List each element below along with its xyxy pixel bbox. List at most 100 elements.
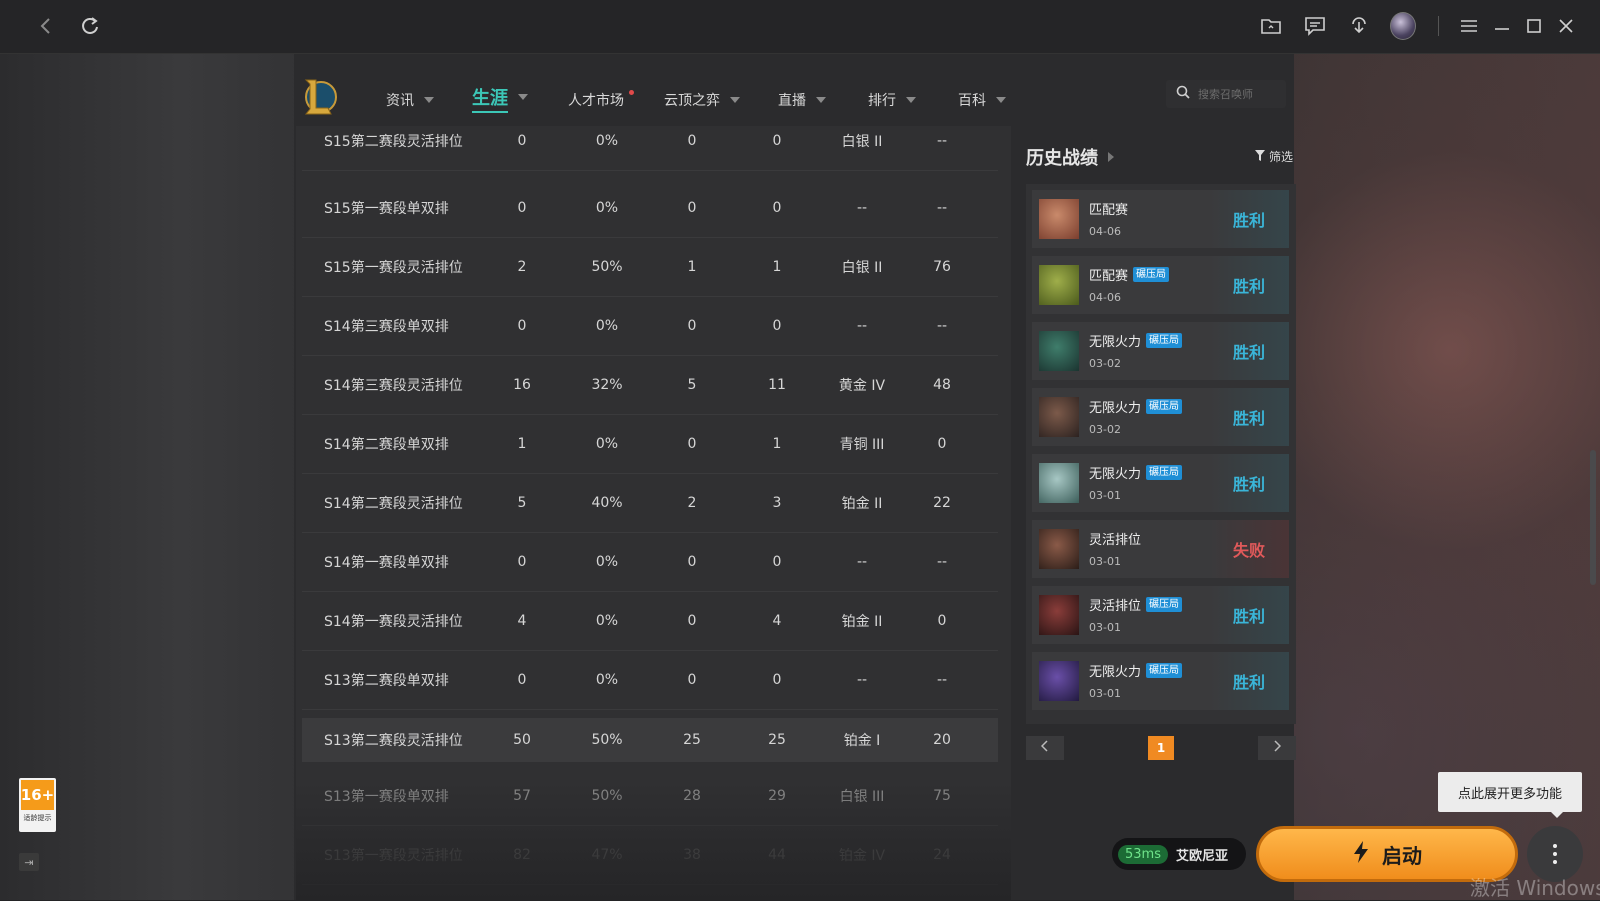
- nav-tft[interactable]: 云顶之弈: [664, 88, 740, 112]
- season-name: S14第三赛段灵活排位: [324, 377, 463, 394]
- table-row: S15第一赛段单双排 0 0% 0 0 -- --: [302, 178, 998, 238]
- match-result: 胜利: [1209, 454, 1289, 512]
- avatar-image: [1390, 12, 1416, 40]
- nav-wiki[interactable]: 百科: [958, 88, 1006, 112]
- summoner-search[interactable]: [1166, 80, 1290, 108]
- match-item[interactable]: 灵活排位 03-01 失败: [1032, 520, 1289, 578]
- match-date: 04-06: [1089, 291, 1121, 304]
- refresh-icon[interactable]: [77, 13, 103, 39]
- game-mode: 无限火力: [1089, 665, 1142, 680]
- nav-ranking-label: 排行: [868, 93, 896, 109]
- nav-news[interactable]: 资讯: [386, 88, 434, 112]
- season-name: S15第一赛段单双排: [324, 200, 449, 217]
- match-item[interactable]: 无限火力 碾压局 03-02 胜利: [1032, 388, 1289, 446]
- match-date: 04-06: [1089, 225, 1121, 238]
- cell-losses: 1: [772, 435, 782, 452]
- cell-tier: 铂金 I: [843, 733, 881, 749]
- cell-losses: 11: [768, 376, 786, 393]
- match-item[interactable]: 匹配赛 04-06 胜利: [1032, 190, 1289, 248]
- cell-wins: 25: [683, 732, 701, 748]
- lol-logo[interactable]: [300, 76, 338, 118]
- cell-tier: --: [856, 553, 868, 570]
- ping-badge: 53ms: [1118, 844, 1168, 864]
- cell-games: 0: [517, 317, 527, 334]
- back-icon[interactable]: [33, 13, 59, 39]
- cell-tier: 白银 II: [841, 133, 883, 150]
- cell-points: 0: [937, 435, 947, 452]
- match-item[interactable]: 无限火力 碾压局 03-01 胜利: [1032, 652, 1289, 710]
- next-page-button[interactable]: [1258, 736, 1296, 760]
- match-item[interactable]: 无限火力 碾压局 03-02 胜利: [1032, 322, 1289, 380]
- match-item[interactable]: 灵活排位 碾压局 03-01 胜利: [1032, 586, 1289, 644]
- age-rating-badge[interactable]: 16+ 适龄提示: [19, 778, 56, 832]
- avatar[interactable]: [1390, 12, 1416, 40]
- season-name: S14第二赛段灵活排位: [324, 495, 463, 512]
- server-selector[interactable]: 53ms 艾欧尼亚: [1112, 838, 1246, 870]
- cell-losses: 4: [772, 612, 782, 629]
- nav-talent-market[interactable]: 人才市场: [568, 88, 634, 112]
- match-date: 03-01: [1089, 555, 1121, 568]
- game-mode: 无限火力: [1089, 467, 1142, 482]
- cell-tier: 青铜 III: [839, 436, 885, 453]
- cell-tier: 铂金 II: [841, 613, 883, 630]
- cell-points: --: [936, 671, 948, 688]
- champion-portrait: [1039, 397, 1079, 437]
- download-icon[interactable]: [1346, 13, 1372, 39]
- scrollbar[interactable]: [1590, 450, 1596, 585]
- folder-icon[interactable]: [1258, 13, 1284, 39]
- champion-portrait: [1039, 265, 1079, 305]
- search-icon: [1176, 85, 1190, 103]
- match-item[interactable]: 无限火力 碾压局 03-01 胜利: [1032, 454, 1289, 512]
- nav-talent-label: 人才市场: [568, 93, 624, 109]
- divider: [1438, 16, 1439, 36]
- cell-points: 0: [937, 612, 947, 629]
- season-name: S15第一赛段灵活排位: [324, 259, 463, 276]
- search-input[interactable]: [1196, 86, 1290, 102]
- nav-tft-label: 云顶之弈: [664, 93, 720, 109]
- cell-games: 0: [517, 671, 527, 688]
- game-mode: 无限火力: [1089, 401, 1142, 416]
- cell-points: --: [936, 132, 948, 149]
- cell-winrate: 0%: [595, 199, 619, 216]
- cell-wins: 0: [687, 132, 697, 149]
- cell-tier: 铂金 II: [841, 495, 883, 512]
- page-number[interactable]: 1: [1148, 736, 1174, 760]
- match-result: 胜利: [1209, 256, 1289, 314]
- cell-wins: 0: [687, 435, 697, 452]
- match-result: 失败: [1209, 520, 1289, 578]
- cell-tier: --: [856, 671, 868, 688]
- message-icon[interactable]: [1302, 13, 1328, 39]
- table-row: S14第一赛段灵活排位 4 0% 0 4 铂金 II 0: [302, 591, 998, 651]
- maximize-icon[interactable]: [1521, 13, 1547, 39]
- collapse-sidebar-icon[interactable]: ⇥: [19, 853, 39, 871]
- cell-losses: 25: [768, 732, 786, 748]
- cell-games: 2: [517, 258, 527, 275]
- nav-career[interactable]: 生涯: [472, 85, 528, 113]
- cell-wins: 0: [687, 671, 697, 688]
- chevron-down-icon: [518, 94, 528, 100]
- cell-points: 48: [933, 376, 951, 393]
- minimize-icon[interactable]: [1489, 13, 1515, 39]
- champion-portrait: [1039, 463, 1079, 503]
- cell-games: 1: [517, 435, 527, 452]
- filter-icon: [1255, 149, 1265, 164]
- nav-live[interactable]: 直播: [778, 88, 826, 112]
- history-title[interactable]: 历史战绩: [1026, 144, 1114, 170]
- season-name: S14第二赛段单双排: [324, 436, 449, 453]
- menu-icon[interactable]: [1456, 13, 1482, 39]
- cell-losses: 0: [772, 553, 782, 570]
- windows-activation-watermark: 激活 Windows: [1470, 876, 1600, 900]
- age-rating-sub: 适龄提示: [23, 814, 52, 822]
- lightning-icon: [1352, 840, 1370, 869]
- filter-button[interactable]: 筛选: [1255, 148, 1293, 165]
- close-icon[interactable]: [1553, 13, 1579, 39]
- cell-games: 5: [517, 494, 527, 511]
- chevron-down-icon: [730, 97, 740, 103]
- match-result: 胜利: [1209, 586, 1289, 644]
- cell-points: 22: [933, 494, 951, 511]
- nav-ranking[interactable]: 排行: [868, 88, 916, 112]
- prev-page-button[interactable]: [1026, 736, 1064, 760]
- match-item[interactable]: 匹配赛 碾压局 04-06 胜利: [1032, 256, 1289, 314]
- match-title: 无限火力 碾压局: [1089, 397, 1183, 416]
- cell-winrate: 0%: [595, 132, 619, 149]
